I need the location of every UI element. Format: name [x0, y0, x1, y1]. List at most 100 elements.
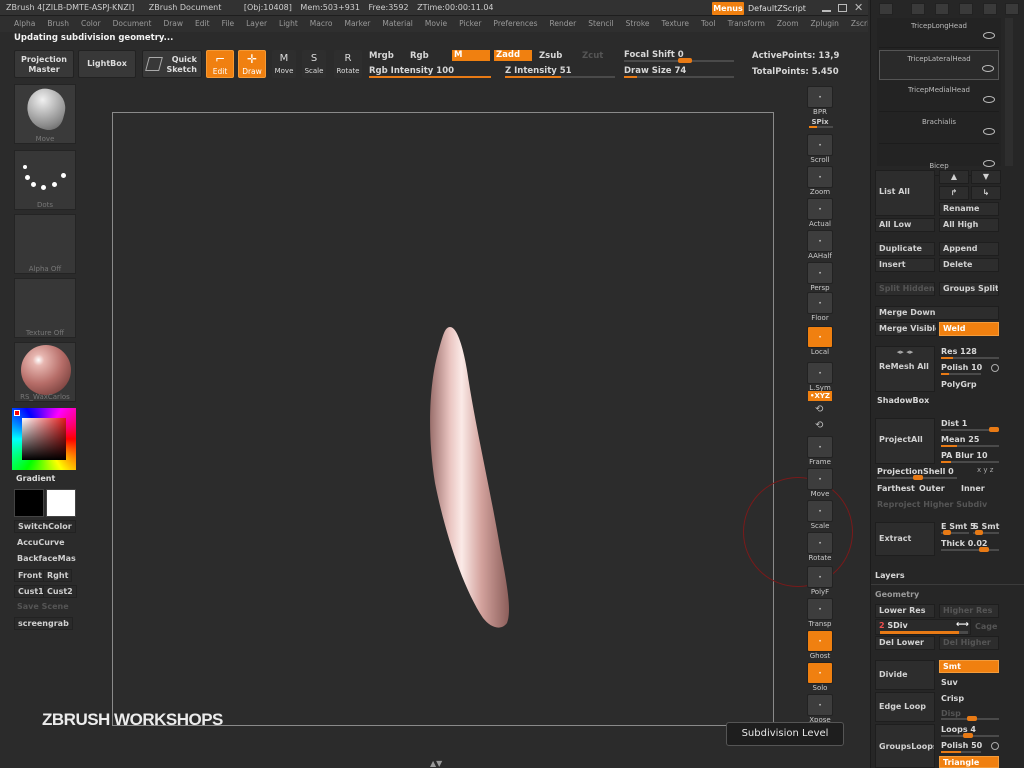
polish50-toggle-icon[interactable]: [991, 742, 999, 750]
geometry-section-header[interactable]: Geometry: [875, 590, 919, 599]
view-tool-rotate[interactable]: · Rotate: [806, 532, 834, 562]
close-icon[interactable]: ✕: [854, 1, 863, 14]
view-tool-persp[interactable]: · Persp: [806, 262, 834, 292]
visibility-eye-icon[interactable]: [983, 96, 995, 103]
view-tool-floor[interactable]: · Floor: [806, 292, 834, 322]
default-zscript-button[interactable]: DefaultZScript: [748, 2, 806, 15]
secondary-color-swatch[interactable]: [14, 489, 44, 517]
palette-menu-icon[interactable]: [879, 3, 893, 15]
draw-size-track[interactable]: [624, 76, 734, 78]
polish-slider[interactable]: Polish 10: [941, 363, 982, 372]
polish50-slider[interactable]: Polish 50: [941, 741, 982, 750]
view-tool-bpr[interactable]: · BPR: [806, 86, 834, 116]
view-tool-move[interactable]: · Move: [806, 468, 834, 498]
move-down-button[interactable]: ▼: [971, 170, 1001, 184]
lightbox-button[interactable]: LightBox: [78, 50, 136, 78]
z-intensity-track[interactable]: [505, 76, 615, 78]
all-high-button[interactable]: All High: [939, 218, 999, 232]
append-button[interactable]: Append: [939, 242, 999, 256]
menu-item[interactable]: Edit: [183, 16, 210, 32]
delete-button[interactable]: Delete: [939, 258, 999, 272]
rotate-mode-button[interactable]: R Rotate: [334, 50, 362, 78]
subtool-item[interactable]: TricepLateralHead: [879, 50, 999, 80]
palette-dock-icon[interactable]: [911, 3, 925, 15]
quick-sketch-button[interactable]: Quick Sketch: [142, 50, 202, 78]
smt-toggle[interactable]: Smt: [939, 660, 999, 673]
groups-split-button[interactable]: Groups Split: [939, 282, 999, 296]
sdiv-track[interactable]: [880, 631, 968, 634]
material-thumbnail[interactable]: RS_WaxCarlos: [14, 342, 76, 402]
menu-item[interactable]: Color: [69, 16, 101, 32]
edit-button[interactable]: ⌐ Edit: [206, 50, 234, 78]
view-tool-lsym[interactable]: · L.Sym: [806, 362, 834, 392]
inner-toggle[interactable]: Inner: [961, 484, 985, 493]
accucurve-button[interactable]: AccuCurve: [14, 537, 68, 548]
weld-toggle[interactable]: Weld: [939, 322, 999, 336]
gradient-label[interactable]: Gradient: [16, 474, 55, 483]
insert-button[interactable]: Insert: [875, 258, 935, 272]
view-tool-ghost[interactable]: · Ghost: [806, 630, 834, 660]
triangle-toggle[interactable]: Triangle: [939, 756, 999, 768]
menu-item[interactable]: Transform: [716, 16, 765, 32]
remesh-all-button[interactable]: ◂▸ ◂▸ ReMesh All: [875, 346, 935, 392]
shadowbox-button[interactable]: ShadowBox: [877, 396, 929, 405]
loops-track[interactable]: [941, 733, 999, 738]
arrow-left-up-icon[interactable]: ↱: [939, 186, 969, 200]
view-tool-transp[interactable]: · Transp: [806, 598, 834, 628]
zcut-button[interactable]: Zcut: [582, 51, 603, 61]
arrow-right-down-icon[interactable]: ↳: [971, 186, 1001, 200]
menu-item[interactable]: Draw: [151, 16, 183, 32]
visibility-eye-icon[interactable]: [983, 160, 995, 167]
menu-item[interactable]: Zscript: [839, 16, 868, 32]
list-all-button[interactable]: List All: [875, 170, 935, 216]
brush-thumbnail[interactable]: Move: [14, 84, 76, 144]
palette-lock-icon[interactable]: [935, 3, 949, 15]
menu-item[interactable]: Document: [101, 16, 152, 32]
view-tool-solo[interactable]: · Solo: [806, 662, 834, 692]
move-up-button[interactable]: ▲: [939, 170, 969, 184]
merge-visible-button[interactable]: Merge Visible: [875, 322, 937, 336]
split-hidden-button[interactable]: Split Hidden: [875, 282, 935, 296]
polish-toggle-icon[interactable]: [991, 364, 999, 372]
m-button[interactable]: M: [452, 50, 490, 61]
higher-res-button[interactable]: Higher Res: [939, 604, 999, 618]
del-lower-button[interactable]: Del Lower: [875, 636, 935, 650]
view-tool-actual[interactable]: · Actual: [806, 198, 834, 228]
menu-item[interactable]: Material: [370, 16, 412, 32]
outer-toggle[interactable]: Outer: [919, 484, 945, 493]
switch-color-button[interactable]: SwitchColor: [14, 520, 76, 533]
custom2-view-button[interactable]: Cust2: [43, 585, 77, 598]
suv-toggle[interactable]: Suv: [941, 678, 958, 687]
res-track[interactable]: [941, 357, 999, 359]
menus-button[interactable]: Menus: [712, 2, 744, 15]
cage-button[interactable]: Cage: [975, 622, 997, 631]
divide-button[interactable]: Divide: [875, 660, 935, 690]
draw-size-slider[interactable]: Draw Size 74: [624, 66, 686, 76]
project-all-button[interactable]: ProjectAll: [875, 418, 935, 464]
rgb-intensity-track[interactable]: [369, 76, 491, 78]
scale-mode-button[interactable]: S Scale: [302, 50, 326, 78]
view-tool-polyf[interactable]: · PolyF: [806, 566, 834, 596]
menu-item[interactable]: Macro: [298, 16, 333, 32]
subtool-item[interactable]: TricepMedialHead: [879, 82, 999, 112]
farthest-toggle[interactable]: Farthest: [877, 484, 915, 493]
stroke-thumbnail[interactable]: Dots: [14, 150, 76, 210]
view-tool-scroll[interactable]: · Scroll: [806, 134, 834, 164]
mean-slider[interactable]: Mean 25: [941, 435, 979, 444]
merge-down-button[interactable]: Merge Down: [875, 306, 999, 320]
visibility-eye-icon[interactable]: [982, 65, 994, 72]
menu-item[interactable]: Picker: [447, 16, 481, 32]
texture-thumbnail[interactable]: Texture Off: [14, 278, 76, 338]
menu-item[interactable]: Texture: [650, 16, 689, 32]
projection-shell-xyz-icon[interactable]: x y z: [977, 466, 993, 474]
mean-track[interactable]: [941, 445, 999, 447]
subtool-item[interactable]: Brachialis: [879, 114, 999, 144]
res-slider[interactable]: Res 128: [941, 347, 977, 356]
zadd-button[interactable]: Zadd: [494, 50, 532, 61]
dist-slider[interactable]: Dist 1: [941, 419, 967, 428]
sdiv-slider[interactable]: 2 SDiv ⟷: [875, 619, 971, 635]
view-tool-local[interactable]: · Local: [806, 326, 834, 356]
palette-save-icon[interactable]: [959, 3, 973, 15]
save-scene-button[interactable]: Save Scene: [14, 601, 72, 612]
s-smt-track[interactable]: [973, 530, 999, 535]
